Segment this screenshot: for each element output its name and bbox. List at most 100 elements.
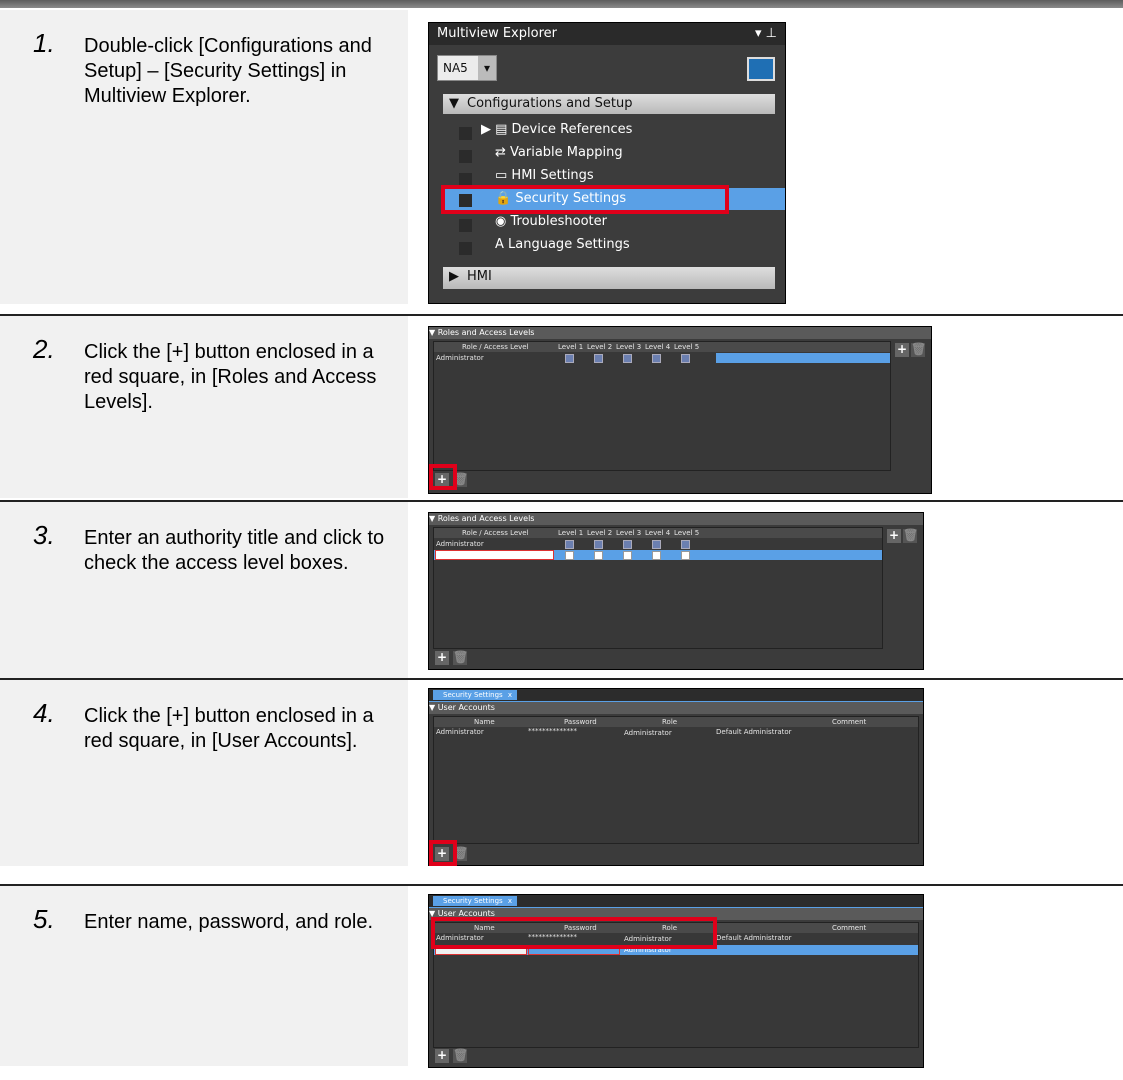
col-comment: Comment: [832, 924, 867, 932]
col-level-2: Level 2: [587, 343, 613, 351]
tree-checkbox: [459, 242, 472, 255]
user-accounts-header: ▼ User Accounts: [429, 702, 923, 714]
tree-device-references[interactable]: ▶ ▤ Device References: [481, 119, 632, 141]
pin-icon[interactable]: ▾ ⊥: [755, 23, 777, 45]
col-level-1: Level 1: [558, 343, 584, 351]
level-checkbox[interactable]: [565, 551, 574, 560]
row-fill: [716, 353, 890, 363]
level-checkbox[interactable]: [652, 354, 661, 363]
tree-label: HMI Settings: [511, 168, 594, 183]
col-level-2: Level 2: [587, 529, 613, 537]
step-4: 4. Click the [+] button enclosed in a re…: [0, 680, 1123, 866]
level-checkbox[interactable]: [652, 551, 661, 560]
red-highlight-box: [429, 840, 457, 866]
col-role-header: Role / Access Level: [462, 343, 529, 351]
expand-right-icon: ▶: [449, 269, 459, 284]
tab-security-settings[interactable]: Security Settings x: [433, 690, 517, 700]
add-level-button[interactable]: +: [895, 343, 909, 357]
level-checkbox[interactable]: [565, 354, 574, 363]
close-icon[interactable]: x: [508, 691, 512, 699]
explorer-title: Multiview Explorer: [437, 26, 557, 41]
level-checkbox[interactable]: [594, 540, 603, 549]
level-checkbox[interactable]: [623, 354, 632, 363]
col-level-5: Level 5: [674, 529, 700, 537]
delete-user-button[interactable]: 🗑: [453, 1049, 468, 1063]
step-3: 3. Enter an authority title and click to…: [0, 502, 1123, 678]
tree-configurations-and-setup[interactable]: ▼ Configurations and Setup: [443, 94, 775, 114]
tree-checkbox: [459, 150, 472, 163]
tree-label: Variable Mapping: [510, 145, 623, 160]
level-checkbox[interactable]: [652, 540, 661, 549]
col-role: Role: [662, 718, 678, 726]
close-icon[interactable]: x: [508, 897, 512, 905]
roles-access-levels-panel: ▼ Roles and Access Levels Role / Access …: [428, 512, 924, 670]
add-level-button[interactable]: +: [887, 529, 901, 543]
step-1: 1. Double-click [Configurations and Setu…: [0, 10, 1123, 304]
level-checkbox[interactable]: [681, 354, 690, 363]
step-1-number: 1.: [33, 28, 55, 58]
level-checkbox[interactable]: [623, 540, 632, 549]
level-checkbox[interactable]: [594, 551, 603, 560]
users-grid: Name Password Role Comment Administrator…: [433, 716, 919, 844]
device-screen-icon[interactable]: [747, 57, 775, 81]
tree-label: Device References: [511, 122, 633, 137]
level-checkbox[interactable]: [681, 540, 690, 549]
tree-hmi-settings[interactable]: ▭ HMI Settings: [495, 165, 594, 187]
level-checkbox[interactable]: [623, 551, 632, 560]
step-4-text: Click the [+] button enclosed in a red s…: [84, 705, 374, 752]
tree-hmi[interactable]: ▶ HMI: [443, 267, 775, 289]
delete-level-button[interactable]: 🗑: [903, 529, 918, 543]
role-name-input[interactable]: [435, 550, 554, 560]
col-role-header: Role / Access Level: [462, 529, 529, 537]
roles-access-levels-panel: ▼ Roles and Access Levels Role / Access …: [428, 326, 932, 494]
roles-header: ▼ Roles and Access Levels: [429, 327, 931, 339]
step-4-number: 4.: [33, 698, 55, 728]
role-name-cell: Administrator: [436, 540, 484, 548]
step-1-text: Double-click [Configurations and Setup] …: [84, 35, 372, 107]
col-name: Name: [474, 718, 495, 726]
add-role-button[interactable]: +: [435, 651, 449, 665]
step-5-number: 5.: [33, 904, 55, 934]
mapping-icon: ⇄: [495, 145, 511, 160]
step-5: 5. Enter name, password, and role. Secur…: [0, 886, 1123, 1068]
chevron-down-icon[interactable]: ▾: [478, 56, 496, 80]
troubleshooter-icon: ◉: [495, 214, 511, 229]
col-comment: Comment: [832, 718, 867, 726]
tree-checkbox: [459, 127, 472, 140]
level-checkbox[interactable]: [681, 551, 690, 560]
add-user-button[interactable]: +: [435, 1049, 449, 1063]
expand-right-icon: ▶ ▤: [481, 122, 512, 137]
tree-variable-mapping[interactable]: ⇄ Variable Mapping: [495, 142, 623, 164]
level-checkbox[interactable]: [565, 540, 574, 549]
tree-checkbox: [459, 219, 472, 232]
user-role-cell: Administrator: [624, 729, 672, 737]
user-accounts-panel: Security Settings x ▼ User Accounts Name…: [428, 688, 924, 866]
device-dropdown[interactable]: NA5 ▾: [437, 55, 497, 81]
red-highlight-box: [441, 185, 729, 214]
role-name-cell: Administrator: [436, 354, 484, 362]
tree-label: Language Settings: [508, 237, 630, 252]
hmi-settings-icon: ▭: [495, 168, 512, 183]
red-highlight-box: [431, 917, 717, 949]
tree-language-settings[interactable]: A Language Settings: [495, 234, 630, 256]
level-checkbox[interactable]: [594, 354, 603, 363]
step-5-text: Enter name, password, and role.: [84, 911, 374, 933]
language-icon: A: [495, 237, 509, 252]
col-level-1: Level 1: [558, 529, 584, 537]
tab-security-settings[interactable]: Security Settings x: [433, 896, 517, 906]
delete-role-button[interactable]: 🗑: [453, 651, 468, 665]
roles-grid: Role / Access Level Level 1 Level 2 Leve…: [433, 341, 891, 471]
col-level-5: Level 5: [674, 343, 700, 351]
password-cell: **************: [528, 727, 577, 735]
step-2: 2. Click the [+] button enclosed in a re…: [0, 316, 1123, 498]
roles-header: ▼ Roles and Access Levels: [429, 513, 923, 525]
tab-label: Security Settings: [443, 691, 503, 699]
delete-level-button[interactable]: 🗑: [911, 343, 926, 357]
red-highlight-box: [429, 464, 457, 490]
device-label: NA5: [443, 61, 468, 75]
col-level-3: Level 3: [616, 529, 642, 537]
tree-label: Troubleshooter: [510, 214, 607, 229]
col-level-4: Level 4: [645, 343, 671, 351]
roles-grid: Role / Access Level Level 1 Level 2 Leve…: [433, 527, 883, 649]
tree-troubleshooter[interactable]: ◉ Troubleshooter: [495, 211, 607, 233]
